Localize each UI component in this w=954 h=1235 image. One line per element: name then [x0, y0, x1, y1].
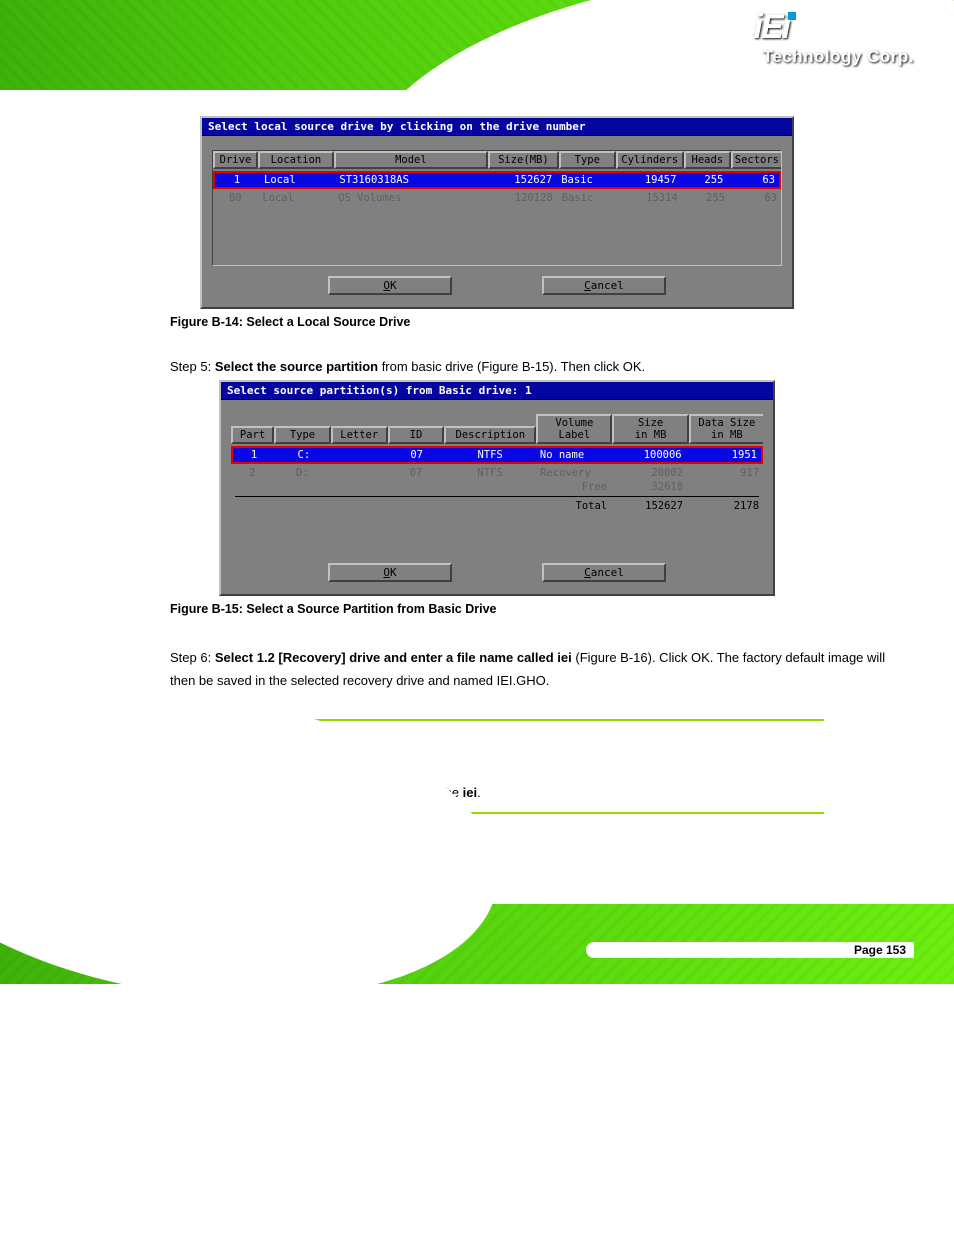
- footer: Page 153: [0, 874, 954, 984]
- logo-main: iEi: [753, 8, 789, 46]
- source-drive-dialog: Select local source drive by clicking on…: [200, 116, 794, 309]
- ok-button[interactable]: OK: [328, 276, 452, 295]
- table-header: Part Type Letter ID Description VolumeLa…: [231, 414, 763, 444]
- table-row[interactable]: 2 D: 07 NTFS Recovery 20002 917: [231, 466, 763, 480]
- dialog-title: Select source partition(s) from Basic dr…: [221, 382, 773, 400]
- cancel-button[interactable]: Cancel: [542, 276, 666, 295]
- page-number: Page 153: [846, 942, 914, 958]
- logo-sub: Technology Corp.: [763, 47, 914, 66]
- total-row: Total 152627 2178: [231, 499, 763, 513]
- figure-caption: Figure B-14: Select a Local Source Drive: [100, 315, 894, 329]
- table-row[interactable]: 80 Local OS Volumes 120128 Basic 15314 2…: [213, 191, 781, 205]
- ok-button[interactable]: OK: [328, 563, 452, 582]
- step-6: Step 6: Select 1.2 [Recovery] drive and …: [100, 646, 894, 693]
- top-banner: iEi ®Technology Corp.: [0, 0, 954, 90]
- free-row: Free 32618: [231, 480, 763, 494]
- figure-caption: Figure B-15: Select a Source Partition f…: [100, 602, 894, 616]
- logo: iEi ®Technology Corp.: [753, 8, 914, 67]
- cancel-button[interactable]: Cancel: [542, 563, 666, 582]
- dialog-title: Select local source drive by clicking on…: [202, 118, 792, 136]
- source-partition-dialog: Select source partition(s) from Basic dr…: [219, 380, 775, 596]
- table-row[interactable]: 1 Local ST3160318AS 152627 Basic 19457 2…: [215, 173, 779, 187]
- table-row[interactable]: 1 C: 07 NTFS No name 100006 1951: [233, 448, 761, 462]
- step-5: Step 5: Select the source partition from…: [100, 359, 894, 374]
- table-header: Drive Location Model Size(MB) Type Cylin…: [213, 151, 781, 169]
